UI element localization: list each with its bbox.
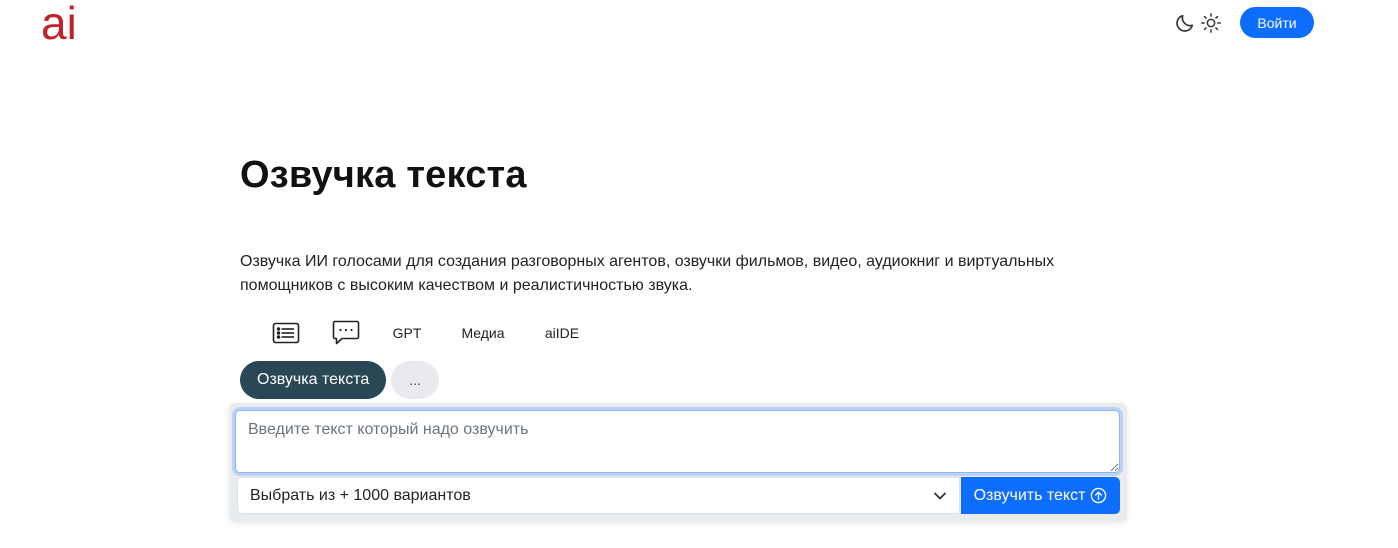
tab-list[interactable]	[256, 316, 316, 350]
text-input[interactable]	[235, 410, 1120, 473]
header: ai Войти	[0, 0, 1398, 50]
sub-tabs: Озвучка текста ...	[240, 361, 440, 399]
chat-bubble-icon	[332, 320, 360, 345]
tab-gpt[interactable]: GPT	[380, 316, 434, 350]
tab-chat[interactable]	[316, 316, 376, 350]
category-tabs: GPT Медиа aiIDE	[256, 316, 594, 350]
arrow-up-circle-icon	[1091, 487, 1107, 504]
voice-select[interactable]: Выбрать из + 1000 вариантов	[237, 477, 960, 514]
chevron-down-icon	[934, 492, 946, 499]
tab-aiide[interactable]: aiIDE	[530, 316, 594, 350]
sun-icon	[1201, 13, 1221, 33]
submit-voice-button[interactable]: Озвучить текст	[961, 477, 1120, 514]
voice-select-value: Выбрать из + 1000 вариантов	[250, 486, 471, 504]
moon-icon	[1176, 14, 1194, 32]
page-description: Озвучка ИИ голосами для создания разгово…	[240, 253, 1055, 294]
theme-toggle[interactable]	[1174, 10, 1224, 36]
list-icon	[272, 322, 300, 344]
ai-logo[interactable]: ai	[40, 2, 86, 44]
submit-voice-label: Озвучить текст	[973, 486, 1086, 504]
pill-more[interactable]: ...	[391, 361, 440, 399]
tts-form: Выбрать из + 1000 вариантов Озвучить тек…	[229, 403, 1127, 522]
page-title: Озвучка текста	[240, 154, 527, 196]
tab-media[interactable]: Медиа	[448, 316, 518, 350]
svg-text:ai: ai	[41, 2, 77, 44]
login-button[interactable]: Войти	[1240, 7, 1314, 38]
pill-text-to-speech[interactable]: Озвучка текста	[240, 361, 387, 399]
